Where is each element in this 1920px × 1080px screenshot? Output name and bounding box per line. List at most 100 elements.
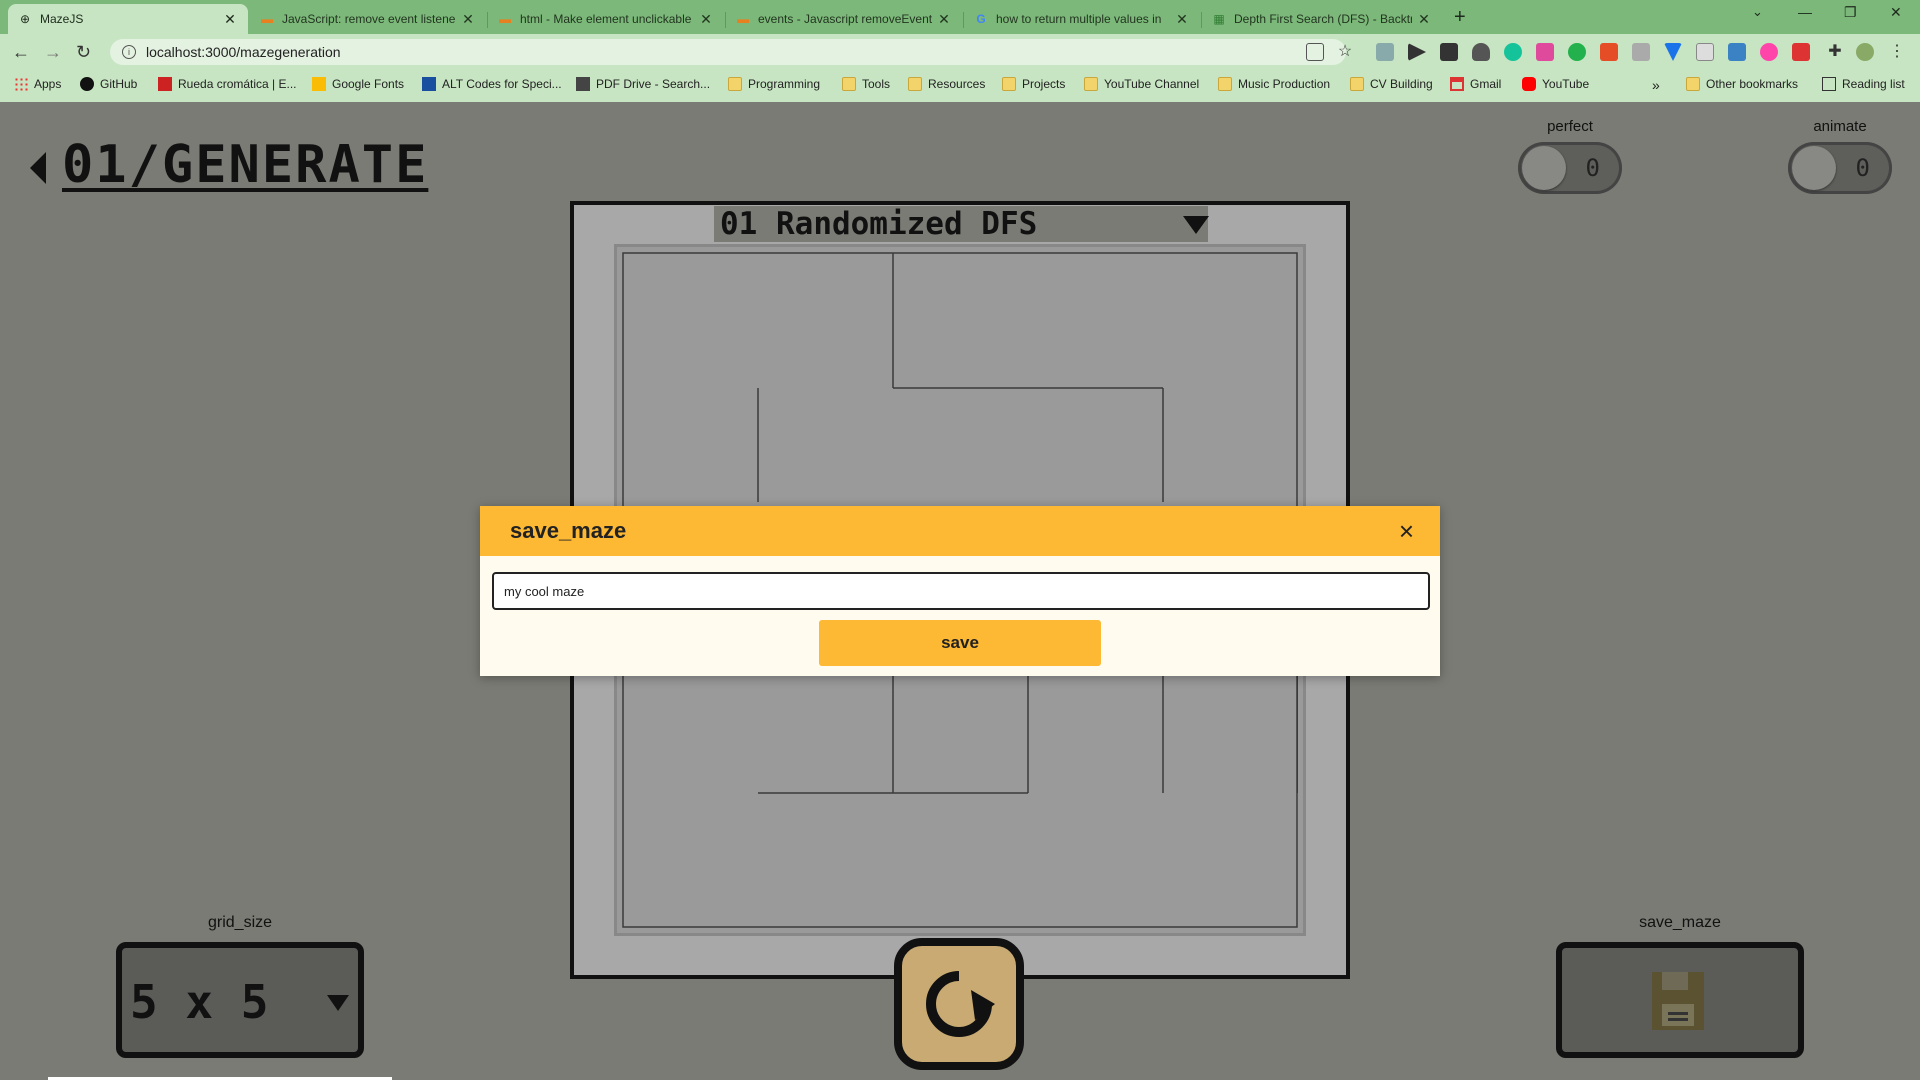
- reload-icon[interactable]: ↻: [76, 42, 91, 63]
- back-triangle-icon[interactable]: [30, 152, 46, 184]
- tab-remove-event[interactable]: ▬ events - Javascript removeEventL ✕: [726, 4, 962, 34]
- book-icon: ▦: [1213, 12, 1225, 26]
- bookmark-label: Resources: [928, 77, 986, 91]
- extension-icon-4[interactable]: [1536, 43, 1554, 61]
- tab-search-icon[interactable]: ⌄: [1752, 4, 1763, 20]
- minimize-icon[interactable]: —: [1798, 4, 1812, 20]
- menu-dots-icon[interactable]: ⋮: [1888, 43, 1906, 61]
- rueda-icon: [158, 77, 172, 91]
- back-arrow-icon[interactable]: ←: [12, 42, 30, 63]
- bookmark-other[interactable]: Other bookmarks: [1686, 77, 1798, 91]
- folder-icon: [1002, 77, 1016, 91]
- tab-title: html - Make element unclickable: [520, 12, 692, 26]
- tab-title: JavaScript: remove event listener: [282, 12, 456, 26]
- puzzle-icon[interactable]: ✚: [1826, 43, 1844, 61]
- bookmark-label: Other bookmarks: [1706, 77, 1799, 91]
- close-tab-icon[interactable]: ✕: [1416, 11, 1432, 28]
- floppy-disk-icon: [1652, 972, 1704, 1030]
- extension-icon-7[interactable]: [1632, 43, 1650, 61]
- bookmark-label: Reading list: [1842, 77, 1905, 91]
- pocket-icon[interactable]: [1472, 43, 1490, 61]
- extension-icon-3[interactable]: [1440, 43, 1458, 61]
- tab-title: how to return multiple values in: [996, 12, 1162, 26]
- maze-name-input[interactable]: [492, 572, 1430, 610]
- reading-list[interactable]: Reading list: [1822, 77, 1905, 91]
- apps-grid-icon: [14, 77, 28, 91]
- reading-list-icon: [1822, 77, 1836, 91]
- grammarly-icon[interactable]: [1504, 43, 1522, 61]
- translate-icon[interactable]: [1306, 43, 1324, 61]
- bookmark-cv-building[interactable]: CV Building: [1350, 77, 1433, 91]
- animate-toggle[interactable]: 0: [1788, 142, 1892, 194]
- bookmark-label: Rueda cromática | E...: [178, 77, 297, 91]
- algorithm-select[interactable]: 01 Randomized DFS: [714, 206, 1208, 242]
- close-tab-icon[interactable]: ✕: [698, 11, 714, 28]
- page-title[interactable]: 01/GENERATE: [62, 135, 428, 195]
- tab-title: Depth First Search (DFS) - Backtr: [1234, 12, 1412, 26]
- close-window-icon[interactable]: ✕: [1890, 4, 1902, 21]
- restore-icon[interactable]: ❐: [1844, 4, 1857, 21]
- bookmark-label: YouTube Channel: [1104, 77, 1200, 91]
- bookmark-label: Gmail: [1470, 77, 1502, 91]
- bookmark-alt-codes[interactable]: ALT Codes for Speci...: [422, 77, 562, 91]
- address-bar[interactable]: i localhost:3000/mazegeneration: [110, 39, 1346, 65]
- star-icon[interactable]: ☆: [1336, 43, 1354, 61]
- bookmark-apps[interactable]: Apps: [14, 77, 61, 91]
- bookmark-rueda[interactable]: Rueda cromática | E...: [158, 77, 297, 91]
- extension-icon-12[interactable]: [1792, 43, 1810, 61]
- bookmark-music-production[interactable]: Music Production: [1218, 77, 1330, 91]
- close-tab-icon[interactable]: ✕: [460, 11, 476, 28]
- regenerate-button[interactable]: [894, 938, 1024, 1070]
- bookmark-programming[interactable]: Programming: [728, 77, 820, 91]
- bookmark-gmail[interactable]: Gmail: [1450, 77, 1501, 91]
- bookmark-projects[interactable]: Projects: [1002, 77, 1065, 91]
- grid-size-value: 5 x 5: [130, 975, 269, 1029]
- save-maze-dialog: save_maze × save: [480, 506, 1440, 676]
- tab-mazejs[interactable]: ⊕ MazeJS ✕: [8, 4, 248, 34]
- extension-icon-11[interactable]: [1760, 43, 1778, 61]
- tab-return-multiple[interactable]: G how to return multiple values in ✕: [964, 4, 1200, 34]
- url-text: localhost:3000/mazegeneration: [146, 44, 341, 60]
- animate-label: animate: [1813, 118, 1867, 135]
- bookmark-label: GitHub: [100, 77, 138, 91]
- close-tab-icon[interactable]: ✕: [936, 11, 952, 28]
- extension-icon-6[interactable]: [1600, 43, 1618, 61]
- dropdown-arrow-icon[interactable]: [327, 995, 349, 1011]
- perfect-toggle[interactable]: 0: [1518, 142, 1622, 194]
- toggle-knob: [1792, 146, 1836, 190]
- stackoverflow-icon: ▬: [737, 12, 749, 26]
- new-tab-plus-icon[interactable]: +: [1454, 6, 1466, 29]
- bookmark-github[interactable]: GitHub: [80, 77, 137, 91]
- info-icon[interactable]: i: [122, 45, 136, 59]
- bookmark-youtube-channel[interactable]: YouTube Channel: [1084, 77, 1199, 91]
- folder-icon: [908, 77, 922, 91]
- refresh-icon: [926, 971, 995, 1037]
- github-icon: [80, 77, 94, 91]
- extension-icon-10[interactable]: [1728, 43, 1746, 61]
- extension-icon-1[interactable]: [1376, 43, 1394, 61]
- folder-icon: [1218, 77, 1232, 91]
- bookmark-label: Projects: [1022, 77, 1066, 91]
- bookmark-tools[interactable]: Tools: [842, 77, 890, 91]
- bookmark-resources[interactable]: Resources: [908, 77, 985, 91]
- close-tab-icon[interactable]: ✕: [1174, 11, 1190, 28]
- tab-element-unclickable[interactable]: ▬ html - Make element unclickable ✕: [488, 4, 724, 34]
- globe-icon: ⊕: [19, 12, 31, 26]
- bookmark-label: CV Building: [1370, 77, 1433, 91]
- close-tab-icon[interactable]: ✕: [222, 11, 238, 28]
- save-button[interactable]: save: [819, 620, 1101, 666]
- bookmarks-overflow[interactable]: »: [1652, 77, 1660, 93]
- avatar[interactable]: [1856, 43, 1874, 61]
- bookmark-youtube[interactable]: YouTube: [1522, 77, 1589, 91]
- overflow-chevron-icon: »: [1652, 77, 1660, 93]
- bookmark-google-fonts[interactable]: Google Fonts: [312, 77, 404, 91]
- dialog-header: save_maze: [480, 506, 1440, 556]
- forward-arrow-icon[interactable]: →: [44, 42, 62, 63]
- extension-icon-9[interactable]: [1696, 43, 1714, 61]
- close-icon[interactable]: ×: [1399, 516, 1414, 547]
- extension-icon-5[interactable]: [1568, 43, 1586, 61]
- tab-remove-event-listener[interactable]: ▬ JavaScript: remove event listener ✕: [250, 4, 486, 34]
- bookmark-pdf-drive[interactable]: PDF Drive - Search...: [576, 77, 710, 91]
- dropdown-arrow-icon[interactable]: [1183, 216, 1209, 234]
- tab-dfs[interactable]: ▦ Depth First Search (DFS) - Backtr ✕: [1202, 4, 1442, 34]
